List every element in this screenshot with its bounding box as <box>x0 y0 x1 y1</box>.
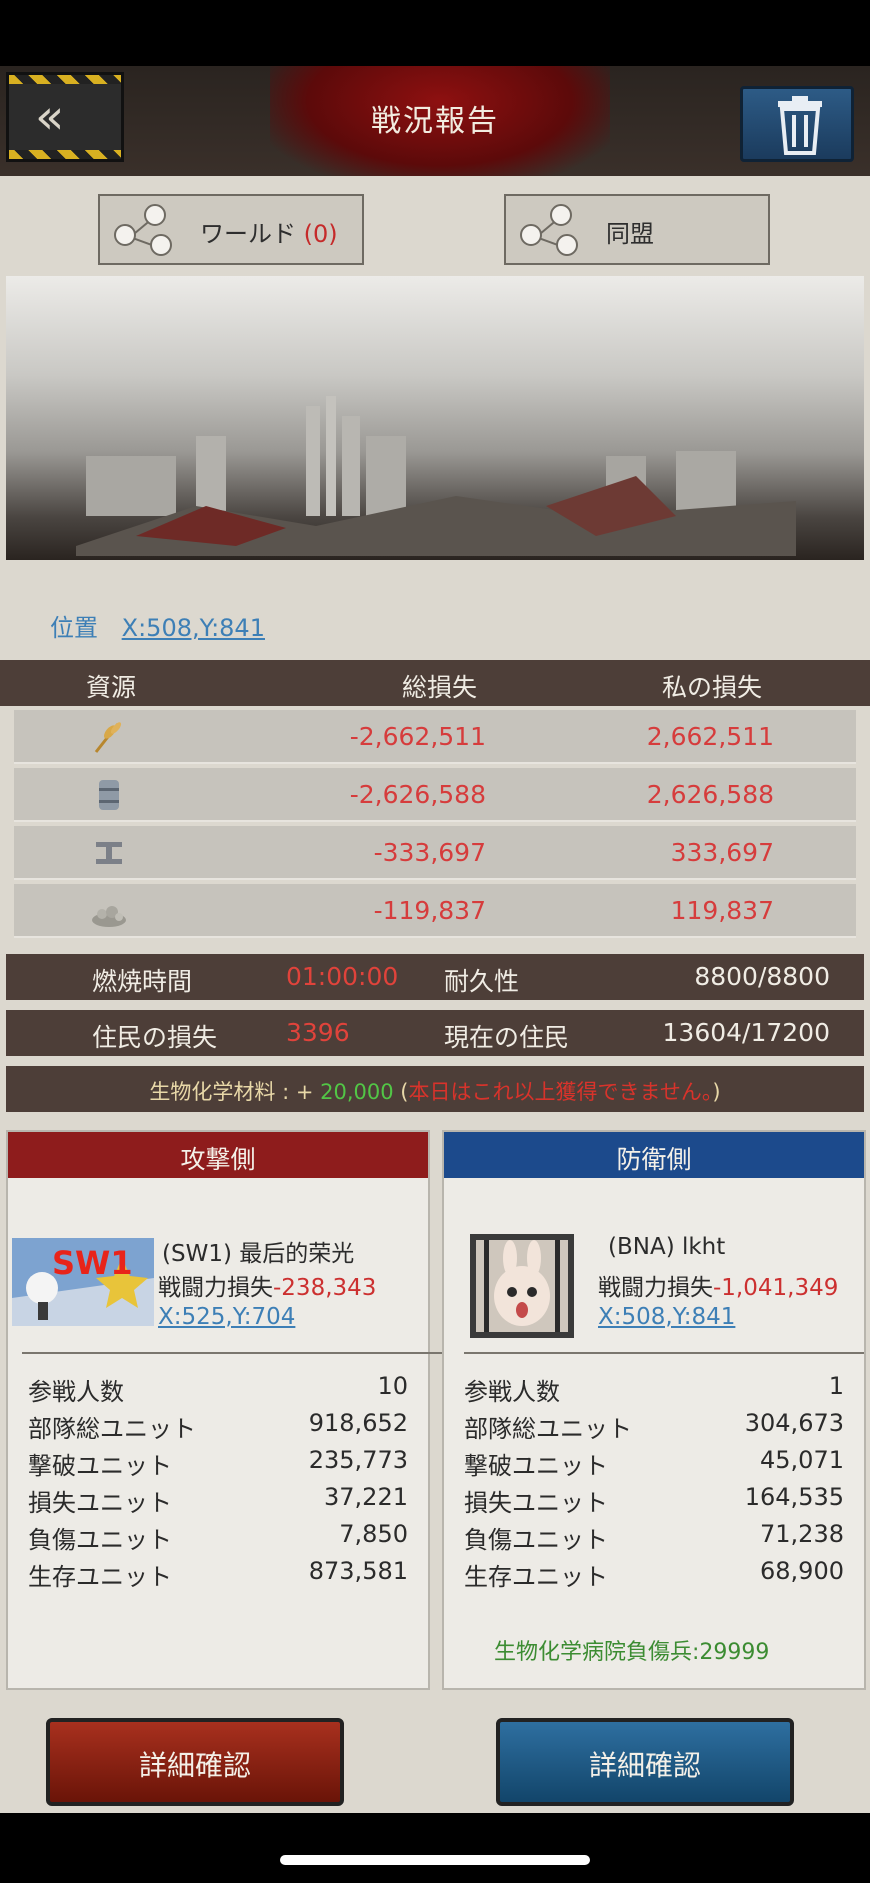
wheat-icon <box>94 722 122 753</box>
defender-header: 防衛側 <box>444 1132 864 1178</box>
divider <box>22 1352 454 1354</box>
total-loss-value: -2,662,511 <box>349 722 486 751</box>
defender-loss-label: 戦闘力損失 <box>598 1275 713 1301</box>
back-button[interactable]: « <box>6 72 124 162</box>
bio-material-bar: 生物化学材料 : + 20,000 (本日はこれ以上獲得できません。) <box>6 1066 864 1112</box>
position-coordinate-link[interactable]: X:508,Y:841 <box>122 614 265 642</box>
durability-label: 耐久性 <box>444 967 520 996</box>
stat-row: 撃破ユニット 45,071 <box>464 1446 844 1480</box>
header-my-loss: 私の損失 <box>662 673 763 702</box>
tab-world-label: ワールド <box>200 220 296 248</box>
battle-scene-image <box>6 276 864 560</box>
my-loss-value: 119,837 <box>670 896 774 925</box>
share-nodes-icon <box>112 204 182 258</box>
stat-row: 部隊総ユニット 918,652 <box>28 1409 408 1443</box>
attacker-avatar-text: SW1 <box>52 1244 133 1282</box>
trash-can-icon <box>778 96 822 155</box>
bio-limit-note: 本日はこれ以上獲得できません。 <box>408 1080 713 1104</box>
burn-durability-bar: 燃焼時間 01:00:00 耐久性 8800/8800 <box>6 954 864 1000</box>
divider <box>464 1352 864 1354</box>
total-loss-value: -2,626,588 <box>349 780 486 809</box>
stat-row: 生存ユニット 873,581 <box>28 1557 408 1591</box>
resource-row-food: -2,662,511 2,662,511 <box>14 710 856 764</box>
current-residents-label: 現在の住民 <box>444 1023 570 1052</box>
stat-row: 損失ユニット 164,535 <box>464 1483 844 1517</box>
steel-beam-icon <box>96 842 122 864</box>
delete-button[interactable] <box>740 86 854 162</box>
bio-paren-close: ) <box>712 1080 721 1104</box>
stat-row: 撃破ユニット 235,773 <box>28 1446 408 1480</box>
bio-paren-open: ( <box>393 1080 409 1104</box>
stat-row: 生存ユニット 68,900 <box>464 1557 844 1591</box>
home-indicator[interactable] <box>280 1855 590 1865</box>
defender-coordinate-link[interactable]: X:508,Y:841 <box>598 1304 735 1330</box>
current-residents-value: 13604/17200 <box>662 1018 830 1047</box>
bio-material-amount: 20,000 <box>320 1080 394 1104</box>
tab-world-count: (0) <box>303 220 338 248</box>
resource-row-steel: -333,697 333,697 <box>14 826 856 880</box>
attacker-loss-value: -238,343 <box>273 1275 377 1301</box>
position-label: 位置 <box>50 614 98 642</box>
oil-barrel-icon <box>99 780 119 810</box>
resident-loss-value: 3396 <box>286 1018 350 1047</box>
total-loss-value: -333,697 <box>373 838 486 867</box>
double-chevron-left-icon: « <box>35 89 65 145</box>
attacker-panel: 攻撃側 SW1 (SW1) 最后的荣光 戦闘力損失-238,343 X:525,… <box>6 1130 454 1690</box>
residents-bar: 住民の損失 3396 現在の住民 13604/17200 <box>6 1010 864 1056</box>
stat-row: 負傷ユニット 7,850 <box>28 1520 408 1554</box>
tab-world[interactable]: ワールド (0) <box>98 194 364 265</box>
resource-row-oil: -2,626,588 2,626,588 <box>14 768 856 822</box>
my-loss-value: 2,662,511 <box>646 722 774 751</box>
stat-row: 損失ユニット 37,221 <box>28 1483 408 1517</box>
stat-row: 部隊総ユニット 304,673 <box>464 1409 844 1443</box>
hazard-stripe <box>9 75 121 84</box>
my-loss-value: 333,697 <box>670 838 774 867</box>
bio-material-prefix: 生物化学材料 : + <box>149 1080 321 1104</box>
bio-hospital-wounded: 生物化学病院負傷兵:29999 <box>494 1640 770 1665</box>
ruined-city-illustration <box>76 396 796 556</box>
attacker-avatar: SW1 <box>12 1238 154 1326</box>
my-loss-value: 2,626,588 <box>646 780 774 809</box>
resource-row-ore: -119,837 119,837 <box>14 884 856 938</box>
stat-row: 負傷ユニット 71,238 <box>464 1520 844 1554</box>
attacker-header: 攻撃側 <box>8 1132 428 1178</box>
total-loss-value: -119,837 <box>373 896 486 925</box>
tab-alliance[interactable]: 同盟 <box>504 194 770 265</box>
battle-position: 位置 X:508,Y:841 <box>50 608 265 643</box>
defender-details-button[interactable]: 詳細確認 <box>496 1718 794 1806</box>
defender-avatar <box>470 1234 574 1338</box>
defender-name: (BNA) lkht <box>608 1234 726 1260</box>
defender-panel: 防衛側 (BNA) lkht 戦闘力損失-1,041,349 X:508,Y:8… <box>442 1130 866 1690</box>
attacker-stats: 参戦人数 10 部隊総ユニット 918,652 撃破ユニット 235,773 損失ユニ… <box>28 1368 408 1591</box>
header-total-loss: 総損失 <box>402 673 478 702</box>
resource-table-header: 資源 総損失 私の損失 <box>0 660 870 706</box>
stat-row: 参戦人数 1 <box>464 1372 844 1406</box>
tab-alliance-label: 同盟 <box>606 220 654 248</box>
attacker-loss-label: 戦闘力損失 <box>158 1275 273 1301</box>
attacker-name: (SW1) 最后的荣光 <box>162 1241 355 1267</box>
durability-value: 8800/8800 <box>694 962 830 991</box>
hazard-stripe <box>9 150 121 159</box>
header-resource: 資源 <box>86 673 137 702</box>
burn-time-value: 01:00:00 <box>286 962 399 991</box>
attacker-coordinate-link[interactable]: X:525,Y:704 <box>158 1304 295 1330</box>
screen: 戦況報告 « ワールド (0) 同盟 位置 X:508,Y:841 資源 総損失… <box>0 0 870 1883</box>
share-nodes-icon <box>518 204 588 258</box>
burn-time-label: 燃焼時間 <box>92 967 193 996</box>
defender-loss-value: -1,041,349 <box>713 1275 839 1301</box>
attacker-details-button[interactable]: 詳細確認 <box>46 1718 344 1806</box>
defender-stats: 参戦人数 1 部隊総ユニット 304,673 撃破ユニット 45,071 損失ユニット… <box>464 1368 844 1591</box>
ore-pile-icon <box>92 906 126 927</box>
resident-loss-label: 住民の損失 <box>92 1023 218 1052</box>
stat-row: 参戦人数 10 <box>28 1372 408 1406</box>
